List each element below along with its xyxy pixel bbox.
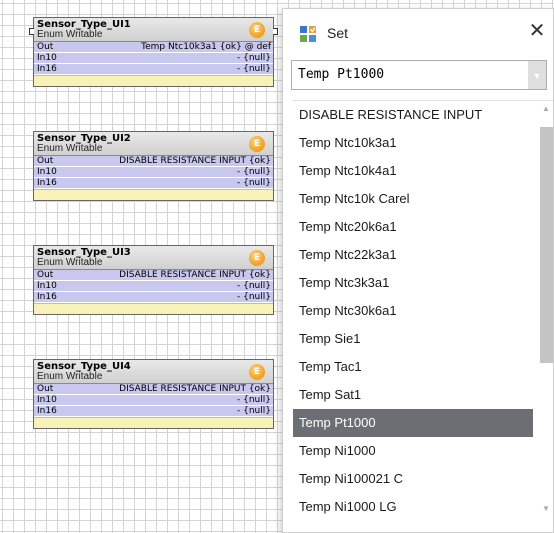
- list-option[interactable]: Temp Ntc10k3a1: [293, 129, 533, 157]
- list-option[interactable]: Temp Ni100021 C: [293, 465, 533, 493]
- sensor-block-ui1[interactable]: Sensor_Type_UI1 Enum Writable E Out Temp…: [29, 17, 278, 87]
- status-dot-icon: E: [249, 22, 265, 38]
- slot-name: In16: [37, 405, 57, 416]
- slot-value: - {null}: [237, 63, 271, 74]
- block-footer: [34, 75, 273, 86]
- sensor-block-ui2[interactable]: Sensor_Type_UI2 Enum Writable E Out DISA…: [33, 131, 274, 201]
- list-option[interactable]: DISABLE RESISTANCE INPUT: [293, 101, 533, 129]
- list-option[interactable]: Temp Ntc10k Carel: [293, 185, 533, 213]
- list-option[interactable]: Temp Pt1000: [293, 409, 533, 437]
- set-dialog: Set ✕ Temp Pt1000 ▼ DISABLE RESISTANCE I…: [282, 8, 554, 533]
- slot-name: Out: [37, 155, 54, 166]
- list-option[interactable]: Temp Ntc3k3a1: [293, 269, 533, 297]
- slot-row-out[interactable]: Out DISABLE RESISTANCE INPUT {ok}: [34, 270, 273, 281]
- list-option[interactable]: Temp Sat1: [293, 381, 533, 409]
- block-type: Enum Writable: [37, 143, 103, 154]
- slot-name: In16: [37, 291, 57, 302]
- sensor-block-ui4[interactable]: Sensor_Type_UI4 Enum Writable E Out DISA…: [33, 359, 274, 429]
- block-header: Sensor_Type_UI2 Enum Writable E: [34, 132, 273, 156]
- chevron-down-icon[interactable]: ▼: [528, 61, 546, 89]
- slot-value: - {null}: [237, 394, 271, 405]
- slot-name: In10: [37, 166, 57, 177]
- close-icon[interactable]: ✕: [527, 21, 547, 41]
- slot-name: In10: [37, 280, 57, 291]
- slot-row-out[interactable]: Out DISABLE RESISTANCE INPUT {ok}: [34, 156, 273, 167]
- slot-name: Out: [37, 383, 54, 394]
- list-option[interactable]: Temp Ni1000: [293, 437, 533, 465]
- block-footer: [34, 189, 273, 200]
- slot-value: DISABLE RESISTANCE INPUT {ok}: [119, 155, 271, 166]
- list-option[interactable]: Temp Ni1000 LG: [293, 493, 533, 521]
- block-type: Enum Writable: [37, 371, 103, 382]
- block-type: Enum Writable: [37, 257, 103, 268]
- enum-options-list[interactable]: DISABLE RESISTANCE INPUT Temp Ntc10k3a1 Te…: [293, 100, 553, 532]
- slot-name: Out: [37, 269, 54, 280]
- slot-row-in16[interactable]: In16 - {null}: [34, 406, 273, 417]
- list-option[interactable]: Temp Ntc22k3a1: [293, 241, 533, 269]
- slot-row-in10[interactable]: In10 - {null}: [34, 395, 273, 406]
- slot-row-in10[interactable]: In10 - {null}: [34, 281, 273, 292]
- block-header: Sensor_Type_UI1 Enum Writable E: [34, 18, 273, 42]
- block-header: Sensor_Type_UI4 Enum Writable E: [34, 360, 273, 384]
- slot-row-in10[interactable]: In10 - {null}: [34, 167, 273, 178]
- sensor-block-ui3[interactable]: Sensor_Type_UI3 Enum Writable E Out DISA…: [33, 245, 274, 315]
- scroll-down-icon[interactable]: ▼: [537, 501, 553, 517]
- slot-value: DISABLE RESISTANCE INPUT {ok}: [119, 383, 271, 394]
- list-option[interactable]: Temp Ntc20k6a1: [293, 213, 533, 241]
- block-footer: [34, 417, 273, 428]
- dialog-titlebar[interactable]: Set ✕: [283, 9, 553, 57]
- slot-value: - {null}: [237, 291, 271, 302]
- slot-value: - {null}: [237, 177, 271, 188]
- list-option[interactable]: Temp Ntc10k4a1: [293, 157, 533, 185]
- status-dot-icon: E: [249, 250, 265, 266]
- block-type: Enum Writable: [37, 29, 103, 40]
- slot-value: DISABLE RESISTANCE INPUT {ok}: [119, 269, 271, 280]
- block-header: Sensor_Type_UI3 Enum Writable E: [34, 246, 273, 270]
- slot-name: Out: [37, 41, 54, 52]
- list-option[interactable]: Temp Ntc30k6a1: [293, 297, 533, 325]
- slot-row-in16[interactable]: In16 - {null}: [34, 64, 273, 75]
- slot-row-in16[interactable]: In16 - {null}: [34, 178, 273, 189]
- set-dialog-icon: [299, 25, 317, 43]
- list-scrollbar[interactable]: ▲ ▼: [537, 101, 553, 532]
- enum-value-combobox[interactable]: Temp Pt1000 ▼: [291, 60, 547, 90]
- slot-row-out[interactable]: Out Temp Ntc10k3a1 {ok} @ def: [34, 42, 273, 53]
- slot-name: In16: [37, 177, 57, 188]
- slot-row-out[interactable]: Out DISABLE RESISTANCE INPUT {ok}: [34, 384, 273, 395]
- list-option[interactable]: Temp Sie1: [293, 325, 533, 353]
- slot-value: Temp Ntc10k3a1 {ok} @ def: [141, 41, 271, 52]
- slot-value: - {null}: [237, 52, 271, 63]
- status-dot-icon: E: [249, 136, 265, 152]
- slot-value: - {null}: [237, 405, 271, 416]
- slot-name: In16: [37, 63, 57, 74]
- slot-name: In10: [37, 394, 57, 405]
- scrollbar-thumb[interactable]: [540, 127, 553, 363]
- block-footer: [34, 303, 273, 314]
- slot-name: In10: [37, 52, 57, 63]
- slot-row-in10[interactable]: In10 - {null}: [34, 53, 273, 64]
- status-dot-icon: E: [249, 364, 265, 380]
- list-option[interactable]: Temp Tac1: [293, 353, 533, 381]
- dialog-title: Set: [327, 25, 349, 41]
- combobox-value: Temp Pt1000: [298, 67, 385, 82]
- slot-value: - {null}: [237, 166, 271, 177]
- scroll-up-icon[interactable]: ▲: [537, 101, 553, 117]
- slot-value: - {null}: [237, 280, 271, 291]
- slot-row-in16[interactable]: In16 - {null}: [34, 292, 273, 303]
